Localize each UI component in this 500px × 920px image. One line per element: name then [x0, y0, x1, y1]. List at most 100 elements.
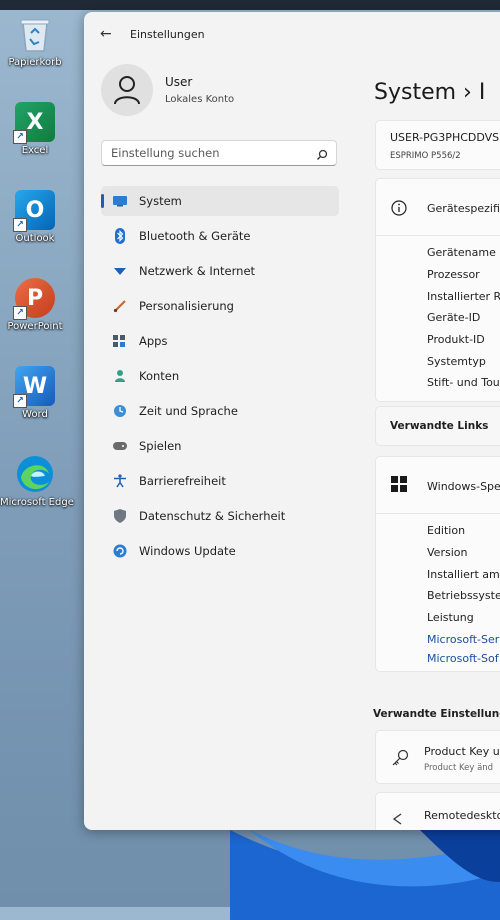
nav-item-network[interactable]: Netzwerk & Internet: [101, 256, 339, 286]
spec-label: Leistung: [427, 611, 474, 624]
accessibility-icon: [112, 473, 128, 489]
remote-desktop-title: Remotedeskto: [424, 809, 500, 822]
spec-label: Gerätename: [427, 246, 496, 259]
window-title: Einstellungen: [130, 28, 205, 41]
product-key-subtitle: Product Key änd: [424, 763, 494, 773]
related-links-title: Verwandte Links: [390, 420, 489, 432]
nav-item-label: System: [139, 194, 182, 208]
nav-item-label: Zeit und Sprache: [139, 404, 238, 418]
nav-item-label: Bluetooth & Geräte: [139, 229, 251, 243]
monitor-icon: [112, 193, 128, 209]
person-icon: [112, 368, 128, 384]
spec-label: Prozessor: [427, 268, 480, 281]
desktop-icon-powerpoint[interactable]: P ↗ PowerPoint: [0, 278, 70, 332]
nav-item-label: Konten: [139, 369, 180, 383]
product-key-item[interactable]: Product Key u Product Key änd: [375, 730, 500, 784]
spec-label: Produkt-ID: [427, 333, 485, 346]
nav-item-label: Datenschutz & Sicherheit: [139, 509, 286, 523]
nav-item-label: Windows Update: [139, 544, 236, 558]
excel-icon: X ↗: [13, 102, 55, 144]
screen-top-bezel: [0, 0, 500, 10]
search-placeholder: Einstellung suchen: [111, 146, 220, 160]
desktop-icon-edge[interactable]: Microsoft Edge: [0, 454, 74, 508]
spec-label: Installiert am: [427, 568, 500, 581]
spec-label: Stift- und Tou: [427, 376, 500, 389]
spec-label: Betriebssyster: [427, 589, 500, 602]
info-icon: [391, 200, 407, 220]
remote-desktop-item[interactable]: Remotedeskto: [375, 792, 500, 830]
product-key-title: Product Key u: [424, 745, 500, 758]
windows-specs-header[interactable]: Windows-Spe: [375, 456, 500, 514]
nav-item-label: Barrierefreiheit: [139, 474, 226, 488]
gamepad-icon: [112, 438, 128, 454]
settings-window: ← Einstellungen User Lokales Konto Einst…: [84, 12, 500, 830]
shortcut-arrow-icon: ↗: [13, 306, 27, 320]
shield-icon: [112, 508, 128, 524]
desktop-icon-excel[interactable]: X ↗ Excel: [0, 102, 70, 156]
key-icon: [391, 749, 409, 771]
desktop-icon-outlook[interactable]: O ↗ Outlook: [0, 190, 70, 244]
related-settings-title: Verwandte Einstellunge: [373, 708, 500, 720]
windows-specs-body: Edition Version Installiert am Betriebss…: [375, 514, 500, 672]
outlook-icon: O ↗: [13, 190, 55, 232]
microsoft-software-link[interactable]: Microsoft-Sof: [427, 652, 499, 665]
desktop-icon-label: Word: [22, 409, 48, 420]
edge-icon: [15, 454, 55, 494]
nav-item-personalization[interactable]: Personalisierung: [101, 291, 339, 321]
recycle-bin-icon: [15, 14, 55, 54]
nav-item-accessibility[interactable]: Barrierefreiheit: [101, 466, 339, 496]
nav-item-bluetooth[interactable]: Bluetooth & Geräte: [101, 221, 339, 251]
bluetooth-icon: [112, 228, 128, 244]
nav-item-label: Netzwerk & Internet: [139, 264, 256, 278]
windows-logo-icon: [391, 476, 407, 496]
device-specs-body: Gerätename Prozessor Installierter R Ger…: [375, 236, 500, 402]
shortcut-arrow-icon: ↗: [13, 218, 27, 232]
page-title: System › I: [374, 80, 486, 105]
nav-item-time-language[interactable]: Zeit und Sprache: [101, 396, 339, 426]
nav-item-apps[interactable]: Apps: [101, 326, 339, 356]
shortcut-arrow-icon: ↗: [13, 130, 27, 144]
windows-specs-title: Windows-Spe: [427, 480, 500, 493]
back-button[interactable]: ←: [100, 26, 112, 42]
device-name: USER-PG3PHCDDVS: [390, 131, 500, 144]
spec-label: Installierter R: [427, 290, 500, 303]
device-model: ESPRIMO P556/2: [390, 151, 461, 161]
powerpoint-icon: P ↗: [13, 278, 55, 320]
spec-label: Edition: [427, 524, 466, 537]
desktop-icon-label: Outlook: [15, 233, 55, 244]
nav-item-privacy-security[interactable]: Datenschutz & Sicherheit: [101, 501, 339, 531]
desktop-icon-label: Papierkorb: [8, 57, 62, 68]
nav-item-windows-update[interactable]: Windows Update: [101, 536, 339, 566]
word-icon: W ↗: [13, 366, 55, 408]
device-specs-title: Gerätespezifi: [427, 202, 500, 215]
user-name: User: [165, 75, 193, 89]
wifi-icon: [112, 263, 128, 279]
desktop-icon-label: Microsoft Edge: [0, 497, 74, 508]
shortcut-arrow-icon: ↗: [13, 394, 27, 408]
search-icon[interactable]: [316, 146, 328, 165]
update-icon: [112, 543, 128, 559]
spec-label: Systemtyp: [427, 355, 486, 368]
user-account-type: Lokales Konto: [165, 94, 235, 105]
device-specs-header[interactable]: Gerätespezifi: [375, 178, 500, 236]
nav-item-system[interactable]: System: [101, 186, 339, 216]
desktop-icon-word[interactable]: W ↗ Word: [0, 366, 70, 420]
remote-desktop-icon: [391, 811, 405, 830]
brush-icon: [112, 298, 128, 314]
globe-clock-icon: [112, 403, 128, 419]
apps-icon: [112, 333, 128, 349]
desktop-icon-label: PowerPoint: [7, 321, 63, 332]
spec-label: Geräte-ID: [427, 311, 481, 324]
nav-item-accounts[interactable]: Konten: [101, 361, 339, 391]
desktop-icon-recycle-bin[interactable]: Papierkorb: [0, 14, 70, 68]
desktop-icon-label: Excel: [21, 145, 49, 156]
nav-item-gaming[interactable]: Spielen: [101, 431, 339, 461]
nav-item-label: Apps: [139, 334, 168, 348]
active-indicator: [101, 194, 104, 208]
search-input[interactable]: Einstellung suchen: [101, 140, 337, 166]
device-card: USER-PG3PHCDDVS ESPRIMO P556/2: [375, 120, 500, 170]
user-icon: [114, 76, 140, 105]
microsoft-services-link[interactable]: Microsoft-Ser: [427, 633, 499, 646]
related-links-bar: Verwandte Links: [375, 406, 500, 446]
avatar[interactable]: [101, 64, 153, 116]
